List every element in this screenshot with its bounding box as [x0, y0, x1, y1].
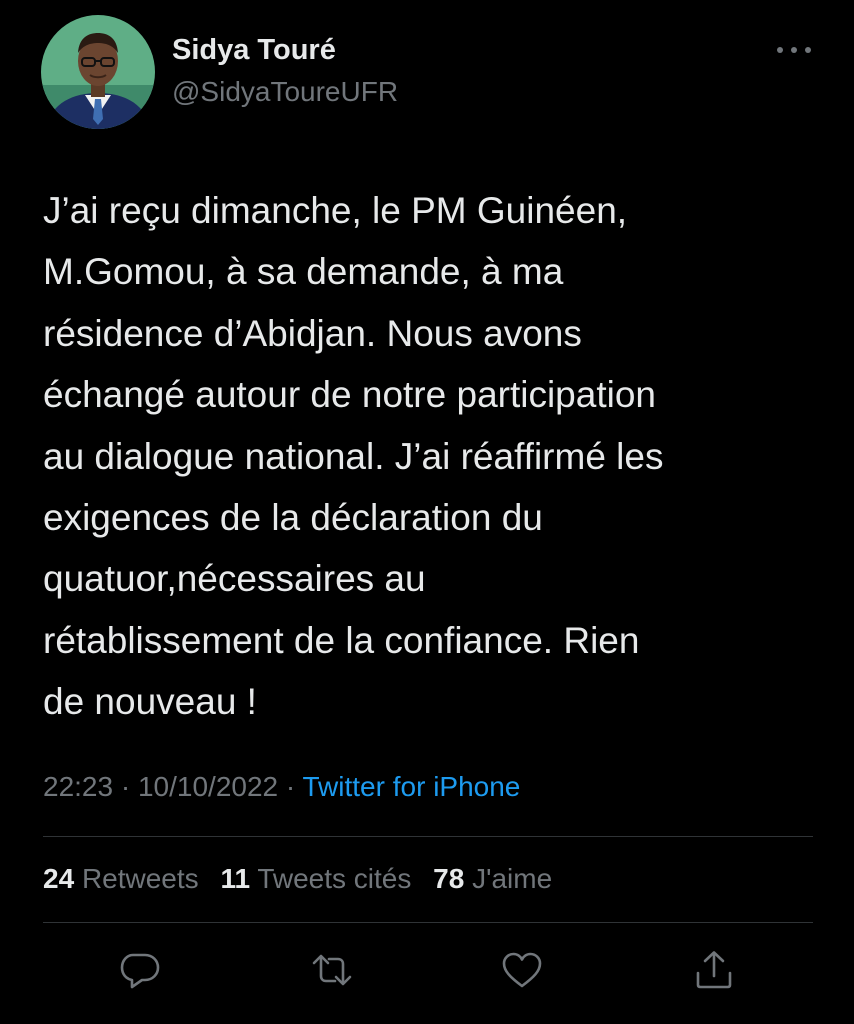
reply-icon	[120, 953, 160, 989]
likes-stat[interactable]: 78 J'aime	[433, 863, 552, 894]
tweet-text: J’ai reçu dimanche, le PM Guinéen, M.Gom…	[43, 180, 833, 733]
quotes-label: Tweets cités	[257, 863, 412, 894]
tweet-text-line: exigences de la déclaration du	[43, 497, 543, 539]
quotes-stat[interactable]: 11 Tweets cités	[220, 863, 411, 894]
tweet-stats: 24 Retweets 11 Tweets cités 78 J'aime	[43, 863, 566, 895]
share-button[interactable]	[692, 948, 736, 992]
author-handle[interactable]: @SidyaToureUFR	[172, 76, 398, 108]
share-icon	[696, 951, 732, 989]
tweet-date[interactable]: 10/10/2022	[138, 771, 278, 802]
divider	[43, 922, 813, 923]
tweet-time[interactable]: 22:23	[43, 771, 113, 802]
quotes-count: 11	[220, 863, 251, 894]
retweets-label: Retweets	[81, 863, 199, 894]
author-display-name[interactable]: Sidya Touré	[172, 34, 336, 67]
tweet-text-line: résidence d’Abidjan. Nous avons	[43, 312, 582, 354]
meta-separator: ·	[278, 771, 303, 802]
likes-count: 78	[433, 863, 465, 894]
tweet-text-line: échangé autour de notre participation	[43, 374, 656, 416]
retweet-icon	[312, 954, 352, 986]
profile-photo	[41, 15, 155, 129]
tweet-text-line: quatuor,nécessaires au	[43, 558, 426, 600]
tweet-text-line: au dialogue national. J’ai réaffirmé les	[43, 435, 664, 477]
meta-separator: ·	[113, 771, 138, 802]
tweet-text-line: J’ai reçu dimanche, le PM Guinéen,	[43, 190, 628, 231]
reply-button[interactable]	[118, 948, 162, 992]
heart-icon	[502, 952, 542, 988]
tweet-text-line: de nouveau !	[43, 681, 257, 723]
retweets-count: 24	[43, 863, 75, 894]
like-button[interactable]	[500, 948, 544, 992]
avatar[interactable]	[41, 15, 155, 129]
tweet-text-line: M.Gomou, à sa demande, à ma	[43, 251, 564, 293]
likes-label: J'aime	[472, 863, 553, 894]
retweet-button[interactable]	[310, 948, 354, 992]
tweet-source[interactable]: Twitter for iPhone	[303, 771, 521, 802]
more-icon[interactable]	[772, 36, 816, 64]
divider	[43, 836, 813, 837]
tweet-text-line: rétablissement de la confiance. Rien	[43, 619, 640, 661]
tweet-meta: 22:23 · 10/10/2022 · Twitter for iPhone	[43, 771, 520, 803]
retweets-stat[interactable]: 24 Retweets	[43, 863, 199, 894]
